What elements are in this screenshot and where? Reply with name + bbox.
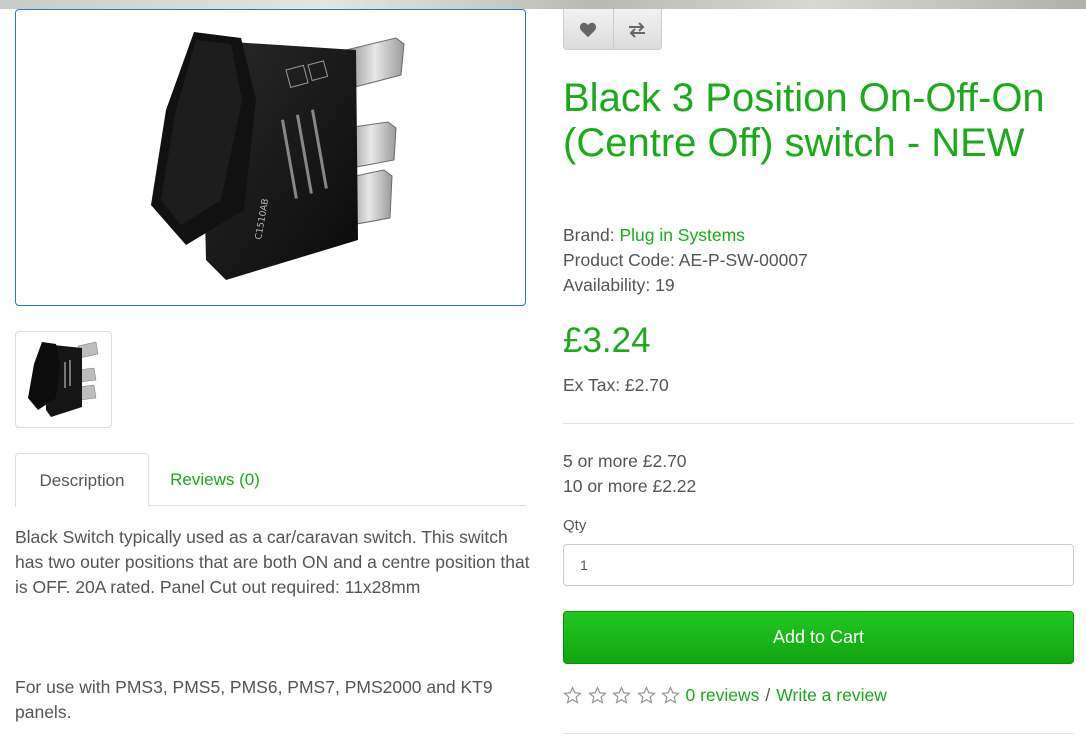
product-brand: Brand: Plug in Systems bbox=[563, 223, 745, 248]
compare-product-button[interactable] bbox=[612, 9, 662, 49]
star-empty-icon bbox=[612, 686, 637, 706]
product-availability: Availability: 19 bbox=[563, 273, 675, 298]
rocker-switch-thumbnail-image bbox=[28, 341, 99, 417]
tab-description[interactable]: Description bbox=[15, 453, 149, 507]
compare-arrows-icon bbox=[629, 21, 646, 38]
quantity-discount: 10 or more £2.22 bbox=[563, 476, 697, 496]
star-empty-icon bbox=[587, 686, 613, 706]
description-compatibility-paragraph: For use with PMS3, PMS5, PMS6, PMS7, PMS… bbox=[15, 677, 493, 722]
write-review-link[interactable]: Write a review bbox=[776, 685, 887, 706]
reviews-count-link[interactable]: 0 reviews bbox=[686, 685, 760, 706]
product-code-value: AE-P-SW-00007 bbox=[678, 250, 808, 270]
availability-value: 19 bbox=[655, 275, 675, 295]
top-banner-strip bbox=[0, 0, 1086, 9]
brand-label: Brand: bbox=[563, 225, 615, 245]
quantity-discount: 5 or more £2.70 bbox=[563, 451, 687, 471]
divider bbox=[563, 423, 1074, 424]
wishlist-compare-button-group bbox=[563, 9, 662, 50]
product-code: Product Code: AE-P-SW-00007 bbox=[563, 248, 808, 273]
product-title: Black 3 Position On-Off-On (Centre Off) … bbox=[563, 76, 1045, 165]
product-price: £3.24 bbox=[563, 321, 651, 360]
star-empty-icon bbox=[636, 686, 662, 706]
brand-link[interactable]: Plug in Systems bbox=[619, 225, 744, 245]
product-tabs: Description Reviews (0) bbox=[15, 453, 526, 507]
ex-tax-price: Ex Tax: £2.70 bbox=[563, 375, 669, 395]
qty-input[interactable] bbox=[563, 544, 1074, 586]
rating-row: 0 reviews / Write a review bbox=[563, 683, 887, 708]
product-thumbnail[interactable] bbox=[15, 331, 112, 428]
availability-label: Availability: bbox=[563, 275, 651, 295]
rating-separator: / bbox=[765, 685, 771, 705]
rocker-switch-image: C1510AB bbox=[151, 32, 405, 280]
description-paragraph: Black Switch typically used as a car/car… bbox=[15, 527, 530, 597]
heart-icon bbox=[580, 22, 597, 37]
add-to-cart-button[interactable]: Add to Cart bbox=[563, 611, 1074, 664]
divider bbox=[563, 733, 1074, 734]
tab-reviews[interactable]: Reviews (0) bbox=[155, 453, 275, 506]
product-code-label: Product Code: bbox=[563, 250, 675, 270]
add-to-wishlist-button[interactable] bbox=[564, 9, 613, 49]
product-main-image[interactable]: C1510AB bbox=[15, 9, 526, 306]
star-empty-icon bbox=[563, 686, 588, 706]
star-empty-icon bbox=[661, 686, 686, 706]
qty-label: Qty bbox=[563, 517, 587, 534]
